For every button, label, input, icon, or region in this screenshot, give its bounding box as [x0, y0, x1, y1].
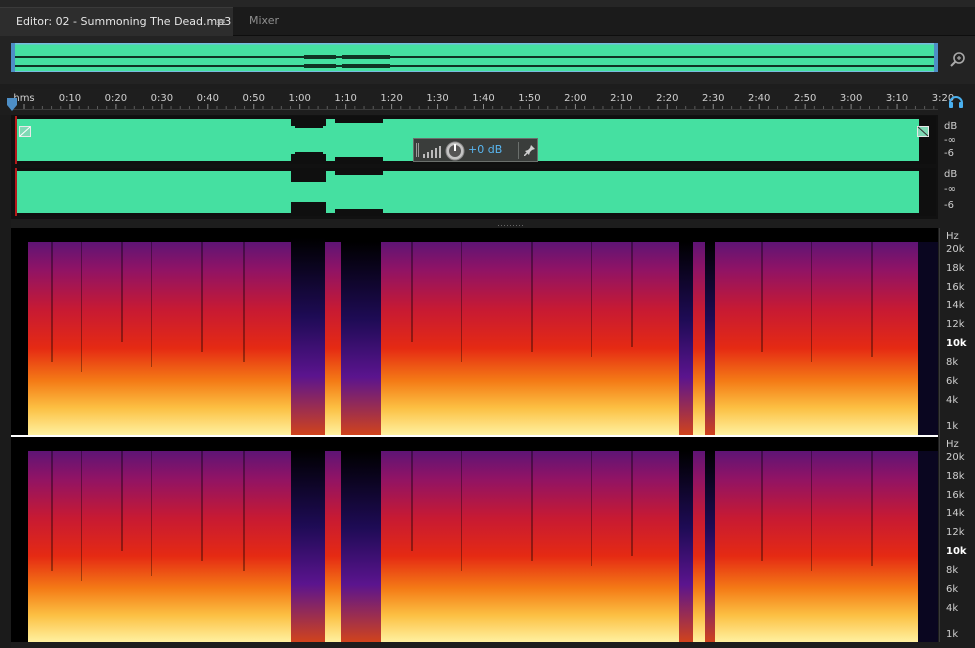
overview-right-handle[interactable] [934, 43, 938, 72]
time-tick-label: 2:30 [702, 93, 725, 104]
time-ruler[interactable]: hms 0:10 0:20 0:30 0:40 0:50 1:00 1:10 1:20 1:30 1… [11, 89, 954, 110]
time-tick-label: 3:10 [885, 93, 909, 104]
time-tick-label: 3:00 [839, 93, 863, 104]
time-tick-label: 1:40 [472, 93, 495, 104]
overview-waveform[interactable] [11, 43, 938, 72]
left-rail [0, 115, 11, 648]
playhead-marker[interactable] [7, 98, 17, 111]
time-tick-label: 1:30 [426, 93, 449, 104]
time-tick-label: 2:20 [656, 93, 679, 104]
time-tick-label: 1:50 [518, 93, 541, 104]
frequency-label: 20k [946, 452, 965, 463]
frequency-label: 8k [946, 357, 959, 368]
amplitude-unit-label: dB [944, 169, 958, 180]
time-tick-label: 2:10 [610, 93, 633, 104]
waveform-channel-right[interactable] [15, 168, 936, 216]
frequency-label: 10k [946, 338, 967, 349]
overview-left-handle[interactable] [11, 43, 15, 72]
frequency-label: 16k [946, 282, 965, 293]
spectral-display-right[interactable] [11, 437, 938, 642]
frequency-label: 20k [946, 244, 965, 255]
frequency-label: 10k [946, 546, 967, 557]
frequency-label: 6k [946, 376, 959, 387]
amplitude-label: -6 [944, 200, 954, 211]
amplitude-label: -6 [944, 148, 954, 159]
tab-mixer-label: Mixer [249, 14, 280, 27]
time-tick-label: 2:50 [793, 93, 817, 104]
channel-edge-marker [15, 168, 17, 216]
amplitude-label: -∞ [944, 135, 956, 146]
fade-in-handle[interactable] [19, 126, 31, 137]
scale-divider [939, 228, 940, 642]
spectrogram-left-graphic [11, 228, 938, 435]
amplitude-label: -∞ [944, 184, 956, 195]
frequency-label: 18k [946, 471, 965, 482]
spectral-display-left[interactable] [11, 228, 938, 435]
time-tick-label: 0:30 [150, 93, 174, 104]
volume-knob[interactable] [445, 141, 465, 161]
fade-out-handle[interactable] [917, 126, 929, 137]
time-tick-label: 0:20 [104, 93, 128, 104]
frequency-label: 6k [946, 584, 959, 595]
waveform-right-graphic [17, 171, 934, 213]
spectrogram-right-graphic [11, 437, 938, 642]
panel-menu-icon[interactable]: ≡ [216, 8, 226, 36]
tab-mixer[interactable]: Mixer [236, 7, 296, 35]
time-tick-label: 0:40 [196, 93, 220, 104]
frequency-label: 12k [946, 319, 965, 330]
amplitude-unit-label: dB [944, 121, 958, 132]
volume-value[interactable]: +0 dB [468, 143, 502, 156]
time-tick-label: 1:00 [288, 93, 311, 104]
pin-icon[interactable] [523, 144, 536, 157]
time-tick-label: 0:10 [58, 93, 82, 104]
frequency-unit-label: Hz [946, 439, 959, 450]
frequency-label: 14k [946, 508, 965, 519]
frequency-label: 4k [946, 395, 959, 406]
frequency-label: 4k [946, 603, 959, 614]
frequency-label: 8k [946, 565, 959, 576]
frequency-label: 12k [946, 527, 965, 538]
time-tick-label: 0:50 [242, 93, 265, 104]
channel-edge-marker [15, 116, 17, 164]
frequency-label: 1k [946, 421, 959, 432]
tab-editor[interactable]: Editor: 02 - Summoning The Dead.mp3 ≡ [0, 7, 233, 36]
time-tick-label: 2:00 [564, 93, 587, 104]
hud-divider [518, 142, 519, 159]
frequency-unit-label: Hz [946, 231, 959, 242]
overview-waveform-graphic [12, 44, 937, 71]
frequency-label: 14k [946, 300, 965, 311]
hud-grip-handle[interactable] [416, 143, 419, 157]
headphones-icon[interactable] [948, 93, 964, 109]
waveform-display[interactable] [11, 115, 938, 219]
zoom-icon[interactable] [949, 50, 967, 68]
tab-editor-label: Editor: 02 - Summoning The Dead.mp3 [16, 15, 232, 28]
time-tick-label: 1:20 [380, 93, 403, 104]
frequency-label: 16k [946, 490, 965, 501]
panel-splitter-handle[interactable] [498, 220, 524, 226]
frequency-label: 18k [946, 263, 965, 274]
frequency-label: 1k [946, 629, 959, 640]
panel-tab-bar: Editor: 02 - Summoning The Dead.mp3 ≡ Mi… [0, 7, 975, 36]
volume-hud[interactable]: +0 dB [413, 138, 538, 162]
time-tick-label: 2:40 [747, 93, 771, 104]
time-tick-label: 1:10 [334, 93, 357, 104]
